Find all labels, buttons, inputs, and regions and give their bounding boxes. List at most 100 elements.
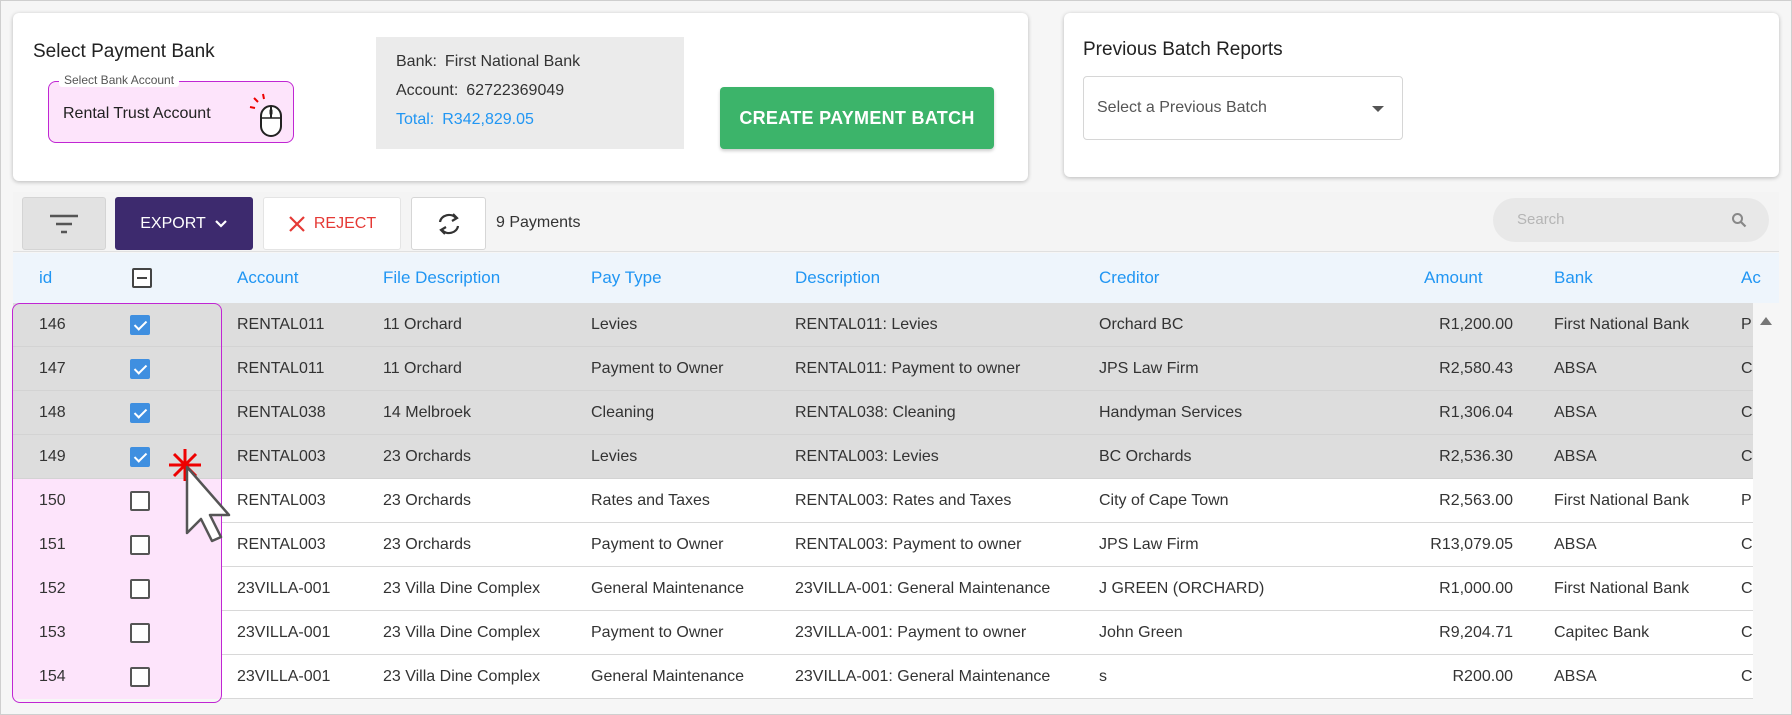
row-checkbox[interactable] — [130, 403, 150, 423]
caret-down-icon — [1372, 106, 1384, 112]
table-row[interactable]: 149 RENTAL003 23 Orchards Levies RENTAL003: … — [13, 435, 1753, 479]
cell-pay-type: Payment to Owner — [591, 360, 724, 377]
cell-bank: ABSA — [1554, 536, 1597, 553]
search-input[interactable]: Search — [1493, 198, 1769, 242]
cell-description: 23VILLA-001: General Maintenance — [795, 580, 1051, 597]
cell-bank: Capitec Bank — [1554, 624, 1650, 641]
header-creditor[interactable]: Creditor — [1099, 268, 1159, 288]
cell-account: 23VILLA-001 — [237, 668, 331, 685]
cell-id: 147 — [39, 360, 66, 377]
table-header: id Account File Description Pay Type Des… — [13, 253, 1779, 303]
cell-pay-type: Payment to Owner — [591, 624, 724, 641]
cell-bank: First National Bank — [1554, 492, 1690, 509]
table-row[interactable]: 152 23VILLA-001 23 Villa Dine Complex Gener… — [13, 567, 1753, 611]
cell-creditor: JPS Law Firm — [1099, 536, 1199, 553]
row-checkbox[interactable] — [130, 491, 150, 511]
select-all-checkbox[interactable] — [132, 268, 152, 288]
cell-ac: P — [1741, 316, 1752, 333]
row-checkbox[interactable] — [130, 315, 150, 335]
bank-account-value: Rental Trust Account — [63, 105, 211, 122]
table-row[interactable]: 154 23VILLA-001 23 Villa Dine Complex Gener… — [13, 655, 1753, 699]
payment-bank-card: Select Payment Bank Select Bank Account … — [13, 13, 1028, 181]
header-pay-type[interactable]: Pay Type — [591, 268, 662, 288]
cell-id: 151 — [39, 536, 66, 553]
table-row[interactable]: 151 RENTAL003 23 Orchards Payment to Owner R… — [13, 523, 1753, 567]
total-line: Total: R342,829.05 — [396, 111, 664, 140]
header-amount[interactable]: Amount — [1424, 268, 1483, 288]
cell-amount: R13,079.05 — [1430, 536, 1513, 553]
cell-bank: ABSA — [1554, 448, 1597, 465]
cell-file-description: 23 Villa Dine Complex — [383, 580, 541, 597]
cell-creditor: John Green — [1099, 624, 1183, 641]
bank-value: First National Bank — [444, 53, 581, 70]
cell-amount: R2,536.30 — [1439, 448, 1513, 465]
cell-amount: R200.00 — [1452, 668, 1514, 685]
payment-bank-title: Select Payment Bank — [33, 41, 215, 62]
table-row[interactable]: 146 RENTAL011 11 Orchard Levies RENTAL011: L… — [13, 303, 1753, 347]
cell-amount: R9,204.71 — [1439, 624, 1513, 641]
cell-ac: C — [1741, 360, 1753, 377]
cell-account: RENTAL003 — [237, 536, 326, 553]
cell-ac: P — [1741, 492, 1752, 509]
cell-id: 148 — [39, 404, 66, 421]
cell-ac: C — [1741, 580, 1753, 597]
cell-ac: C — [1741, 536, 1753, 553]
table-row[interactable]: 153 23VILLA-001 23 Villa Dine Complex Payme… — [13, 611, 1753, 655]
row-checkbox[interactable] — [130, 359, 150, 379]
search-placeholder: Search — [1517, 211, 1565, 228]
row-checkbox[interactable] — [130, 667, 150, 687]
header-ac[interactable]: Ac — [1741, 268, 1767, 288]
filter-button[interactable] — [22, 197, 106, 250]
cell-id: 149 — [39, 448, 66, 465]
row-checkbox[interactable] — [130, 623, 150, 643]
previous-batch-placeholder: Select a Previous Batch — [1097, 99, 1267, 116]
cell-ac: C — [1741, 668, 1753, 685]
row-checkbox[interactable] — [130, 579, 150, 599]
cell-pay-type: General Maintenance — [591, 580, 744, 597]
cell-creditor: Handyman Services — [1099, 404, 1243, 421]
search-icon — [1732, 213, 1747, 228]
header-account[interactable]: Account — [237, 268, 298, 288]
table-row[interactable]: 150 RENTAL003 23 Orchards Rates and Taxes RE… — [13, 479, 1753, 523]
cell-description: RENTAL003: Levies — [795, 448, 939, 465]
vertical-scrollbar[interactable] — [1753, 303, 1779, 703]
cell-id: 146 — [39, 316, 66, 333]
cell-description: RENTAL011: Payment to owner — [795, 360, 1021, 377]
export-button[interactable]: EXPORT — [115, 197, 253, 250]
row-checkbox[interactable] — [130, 447, 150, 467]
chevron-down-icon — [214, 219, 227, 228]
reject-button[interactable]: REJECT — [263, 197, 401, 250]
account-line: Account: 62722369049 — [396, 82, 664, 111]
cell-file-description: 23 Villa Dine Complex — [383, 624, 541, 641]
header-id[interactable]: id — [39, 268, 52, 288]
scroll-up-icon[interactable] — [1760, 317, 1772, 325]
cell-creditor: JPS Law Firm — [1099, 360, 1199, 377]
cell-account: RENTAL038 — [237, 404, 326, 421]
cell-file-description: 14 Melbroek — [383, 404, 472, 421]
bank-name-line: Bank: First National Bank — [396, 53, 664, 82]
cell-account: RENTAL003 — [237, 448, 326, 465]
cell-pay-type: Cleaning — [591, 404, 655, 421]
cell-file-description: 23 Orchards — [383, 492, 472, 509]
account-label: Account: — [396, 82, 459, 99]
refresh-button[interactable] — [411, 197, 486, 250]
previous-batch-select[interactable]: Select a Previous Batch — [1083, 76, 1403, 140]
cell-description: 23VILLA-001: Payment to owner — [795, 624, 1027, 641]
row-checkbox[interactable] — [130, 535, 150, 555]
header-description[interactable]: Description — [795, 268, 880, 288]
table-row[interactable]: 148 RENTAL038 14 Melbroek Cleaning RENTAL038… — [13, 391, 1753, 435]
table-row[interactable]: 147 RENTAL011 11 Orchard Payment to Owner RE… — [13, 347, 1753, 391]
cell-id: 153 — [39, 624, 66, 641]
cell-file-description: 11 Orchard — [383, 316, 462, 333]
header-file-description[interactable]: File Description — [383, 268, 500, 288]
previous-batch-card: Previous Batch Reports Select a Previous… — [1064, 13, 1779, 177]
total-value: R342,829.05 — [442, 111, 534, 128]
cell-description: RENTAL011: Levies — [795, 316, 938, 333]
cell-bank: ABSA — [1554, 668, 1597, 685]
cell-amount: R2,563.00 — [1439, 492, 1513, 509]
cell-description: 23VILLA-001: General Maintenance — [795, 668, 1051, 685]
create-payment-batch-button[interactable]: CREATE PAYMENT BATCH — [720, 87, 994, 149]
header-bank[interactable]: Bank — [1554, 268, 1593, 288]
bank-account-select[interactable]: Select Bank Account Rental Trust Account — [48, 73, 294, 143]
cell-creditor: City of Cape Town — [1099, 492, 1229, 509]
